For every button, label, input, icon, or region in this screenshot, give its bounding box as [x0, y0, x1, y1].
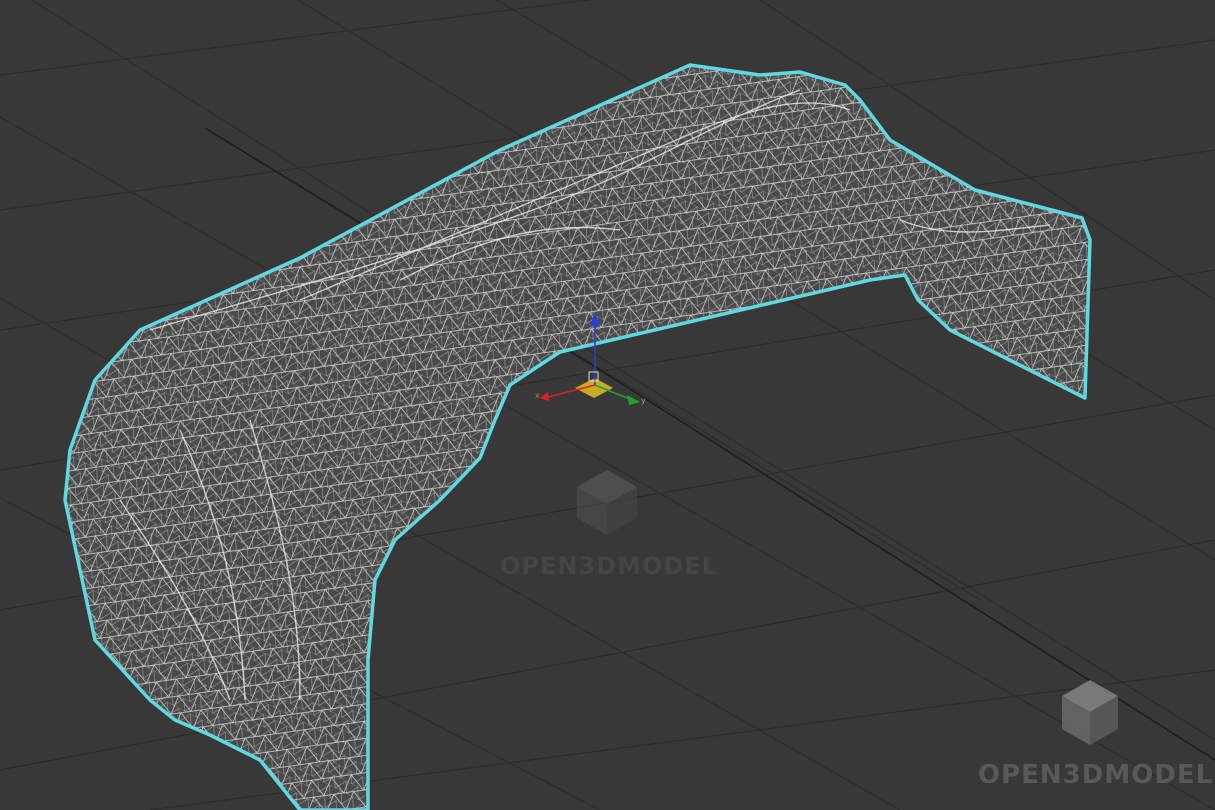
cube-logo-icon [577, 470, 637, 535]
gizmo-x-label: x [535, 391, 540, 400]
viewport-canvas[interactable] [0, 0, 1215, 810]
watermark-center-text: OPEN3DMODEL [500, 552, 718, 580]
cube-logo-icon-corner [1062, 680, 1118, 745]
gizmo-y-label: y [641, 396, 646, 405]
watermark-corner-text: OPEN3DMODEL [978, 760, 1214, 790]
3d-viewport[interactable]: x y OPEN3DMODEL OPEN3DMODEL [0, 0, 1215, 810]
draped-cloth-mesh[interactable] [0, 0, 1215, 810]
